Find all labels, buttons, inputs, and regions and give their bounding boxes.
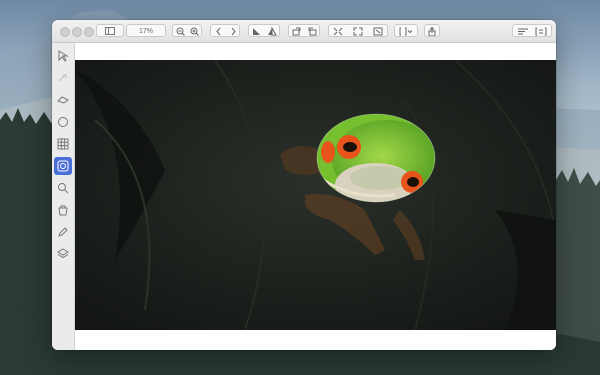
lasso-icon — [58, 74, 67, 82]
tools-sidebar — [52, 43, 75, 350]
bucket-icon — [58, 205, 68, 216]
back-icon — [216, 27, 221, 36]
forward-icon — [231, 27, 236, 36]
zoom-out-button[interactable] — [176, 25, 185, 36]
align-icon — [518, 28, 528, 35]
inspector-icon — [535, 27, 547, 36]
tool-target[interactable] — [54, 157, 72, 175]
magnifier-icon — [58, 183, 69, 194]
flip-horizontal-button[interactable] — [252, 25, 262, 36]
tool-lasso[interactable] — [54, 69, 72, 87]
sidebar-toggle-icon — [105, 27, 115, 35]
fit-button[interactable] — [333, 25, 343, 36]
target-icon — [57, 160, 69, 172]
flip-controls — [248, 24, 280, 37]
share-icon — [428, 27, 436, 36]
tool-layers[interactable] — [54, 245, 72, 263]
back-button[interactable] — [215, 25, 223, 36]
minimize-window-button[interactable] — [72, 27, 82, 37]
tool-eraser[interactable] — [54, 91, 72, 109]
actual-size-button[interactable] — [353, 25, 363, 36]
fullscreen-icon — [373, 27, 383, 36]
rotate-left-icon — [292, 27, 301, 36]
share-button[interactable] — [424, 24, 440, 37]
rotate-left-button[interactable] — [292, 25, 302, 36]
arrow-icon — [58, 50, 69, 62]
zoom-controls — [172, 24, 202, 37]
tool-select[interactable] — [54, 47, 72, 65]
flip-vertical-icon — [268, 27, 277, 36]
tool-grid[interactable] — [54, 135, 72, 153]
right-controls — [512, 24, 552, 37]
pencil-icon — [58, 227, 68, 237]
rotate-right-icon — [308, 27, 317, 36]
flip-horizontal-icon — [253, 28, 260, 35]
app-window: 17% — [52, 20, 556, 350]
fullscreen-button[interactable] — [373, 25, 383, 36]
tool-pencil[interactable] — [54, 223, 72, 241]
canvas-area[interactable] — [75, 43, 556, 350]
frog-photo — [75, 60, 556, 330]
view-controls — [328, 24, 388, 37]
flip-vertical-button[interactable] — [267, 25, 277, 36]
zoom-in-icon — [190, 27, 199, 36]
align-button[interactable] — [517, 25, 529, 36]
grid-icon — [57, 138, 69, 150]
zoom-level-field[interactable]: 17% — [126, 24, 166, 37]
tool-fill[interactable] — [54, 201, 72, 219]
actual-size-icon — [353, 27, 363, 36]
eraser-icon — [57, 96, 69, 104]
zoom-window-button[interactable] — [84, 27, 94, 37]
sidebar-toggle-button[interactable] — [96, 24, 124, 37]
close-window-button[interactable] — [60, 27, 70, 37]
fit-icon — [333, 27, 343, 36]
inspector-button[interactable] — [535, 25, 547, 36]
layers-icon — [57, 248, 69, 259]
zoom-in-button[interactable] — [190, 25, 199, 36]
toolbar: 17% — [52, 20, 556, 43]
tool-ellipse[interactable] — [54, 113, 72, 131]
navigation-controls — [210, 24, 240, 37]
forward-button[interactable] — [229, 25, 237, 36]
rotate-right-button[interactable] — [307, 25, 317, 36]
circle-icon — [58, 117, 68, 127]
image-canvas[interactable] — [75, 60, 556, 330]
zoom-out-icon — [176, 27, 185, 36]
rotate-controls — [288, 24, 320, 37]
crop-menu-button[interactable] — [394, 24, 418, 37]
tool-zoom[interactable] — [54, 179, 72, 197]
crop-menu-icon — [399, 27, 413, 36]
